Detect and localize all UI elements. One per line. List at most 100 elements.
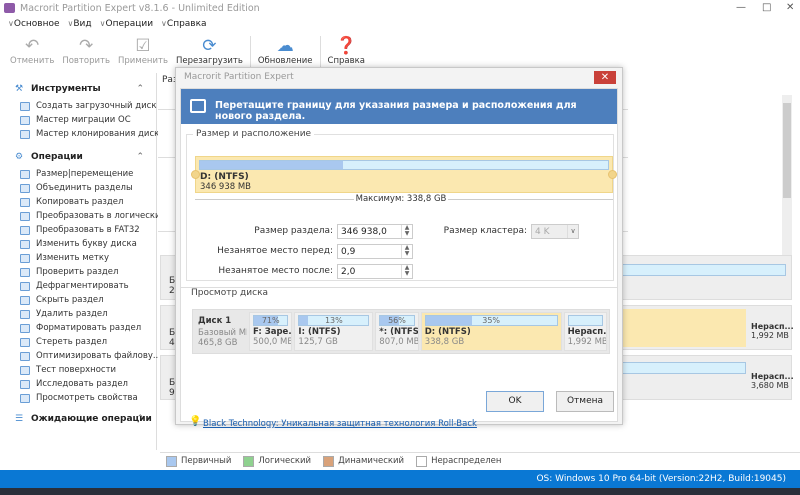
ok-button[interactable]: OK bbox=[486, 391, 544, 412]
sidebar-item-label: Удалить раздел bbox=[36, 309, 108, 319]
usage-bar bbox=[567, 315, 603, 326]
operation-item[interactable]: Размер|перемещение bbox=[5, 167, 156, 181]
operation-item[interactable]: Тест поверхности bbox=[5, 363, 156, 377]
sidebar-item-label: Преобразовать в логический bbox=[36, 211, 167, 221]
collapse-icon[interactable]: ⌃ bbox=[136, 84, 144, 94]
operations-icon: ⚙ bbox=[15, 152, 24, 162]
operation-item-icon bbox=[20, 183, 30, 193]
spinner-icon: ▲ ▼ bbox=[401, 265, 412, 278]
cluster-size-select[interactable]: 4 K ∨ bbox=[531, 224, 579, 239]
toolbar-divider bbox=[249, 36, 251, 70]
apply-check-icon: ☑ bbox=[135, 36, 151, 56]
partition-resize-bar[interactable]: D: (NTFS) 346 938 MB bbox=[191, 156, 617, 193]
sidebar-item-label: Изменить метку bbox=[36, 253, 110, 263]
left-resize-handle[interactable] bbox=[191, 170, 200, 179]
operation-item[interactable]: Просмотреть свойства bbox=[5, 391, 156, 405]
operation-item[interactable]: Форматировать раздел bbox=[5, 321, 156, 335]
operation-item[interactable]: Оптимизировать файлову... bbox=[5, 349, 161, 363]
sidebar-item-label: Объединить разделы bbox=[36, 183, 133, 193]
collapse-icon[interactable]: ⌃ bbox=[136, 152, 144, 162]
cancel-button[interactable]: Отмена bbox=[556, 391, 614, 412]
chevron-down-icon: ∨ bbox=[567, 225, 578, 238]
undo-button[interactable]: ↶ Отменить bbox=[6, 34, 58, 72]
free-before-input[interactable]: 0,9 ▲ ▼ bbox=[337, 244, 413, 259]
legend-unallocated: Нераспределен bbox=[416, 455, 501, 467]
operation-item[interactable]: Изменить букву диска bbox=[5, 237, 156, 251]
operations-section-header[interactable]: ⚙ Операции ⌃ bbox=[5, 147, 156, 167]
menu-bar: Основное Вид Операции Справка bbox=[0, 17, 800, 34]
dialog-close-button[interactable]: ✕ bbox=[594, 71, 616, 84]
sidebar-item-label: Оптимизировать файлову... bbox=[36, 351, 161, 361]
menu-help[interactable]: Справка bbox=[161, 19, 207, 32]
disk-partition[interactable]: 13% I: (NTFS) 125,7 GB bbox=[294, 312, 374, 351]
partition-size-input[interactable]: 346 938,0 ▲ ▼ bbox=[337, 224, 413, 239]
minimize-icon[interactable]: — bbox=[736, 2, 746, 13]
operation-item-icon bbox=[20, 323, 30, 333]
operation-item-icon bbox=[20, 309, 30, 319]
right-resize-handle[interactable] bbox=[608, 170, 617, 179]
pending-section-header[interactable]: ☰ Ожидающие операции ⌃ bbox=[5, 409, 156, 429]
maximize-icon[interactable]: □ bbox=[762, 2, 771, 13]
operation-item-icon bbox=[20, 211, 30, 221]
menu-operations[interactable]: Операции bbox=[100, 19, 153, 32]
operation-item[interactable]: Дефрагментировать bbox=[5, 279, 156, 293]
refresh-icon: ⟳ bbox=[202, 36, 217, 56]
operation-item-icon bbox=[20, 295, 30, 305]
sidebar-item-label: Форматировать раздел bbox=[36, 323, 142, 333]
disk-partition[interactable]: Нерасп...1,992 MB bbox=[563, 312, 607, 351]
operation-item[interactable]: Изменить метку bbox=[5, 251, 156, 265]
tool-item[interactable]: Создать загрузочный диск bbox=[5, 99, 156, 113]
menu-main[interactable]: Основное bbox=[8, 19, 60, 32]
operation-item-icon bbox=[20, 239, 30, 249]
app-logo-icon bbox=[4, 3, 15, 13]
tool-item[interactable]: Мастер миграции ОС bbox=[5, 113, 156, 127]
free-after-input[interactable]: 2,0 ▲ ▼ bbox=[337, 264, 413, 279]
tools-icon: ⚒ bbox=[15, 84, 24, 94]
sidebar-item-label: Стереть раздел bbox=[36, 337, 108, 347]
operation-item[interactable]: Объединить разделы bbox=[5, 181, 156, 195]
disk-partition[interactable]: 71%F: Заре...500,0 MB bbox=[249, 312, 293, 351]
operation-item[interactable]: Стереть раздел bbox=[5, 335, 156, 349]
operation-item-icon bbox=[20, 351, 30, 361]
disk-drive-icon bbox=[190, 99, 206, 113]
disk-view-group: Просмотр диска Диск 1Базовый MBR465,8 GB… bbox=[186, 288, 614, 372]
used-space-fill bbox=[200, 161, 343, 169]
sidebar-item-label: Мастер миграции ОС bbox=[36, 115, 131, 125]
operation-item[interactable]: Исследовать раздел bbox=[5, 377, 156, 391]
size-location-group: Размер и расположение D: (NTFS) 346 938 … bbox=[186, 129, 617, 281]
disk-partition[interactable]: 35% D: (NTFS) 338,8 GB bbox=[420, 312, 562, 351]
operation-item-icon bbox=[20, 267, 30, 277]
sidebar-item-label: Дефрагментировать bbox=[36, 281, 129, 291]
operation-item[interactable]: Проверить раздел bbox=[5, 265, 156, 279]
apply-button[interactable]: ☑ Применить bbox=[114, 34, 172, 72]
partition-size: 346 938 MB bbox=[200, 182, 252, 192]
resize-dialog: Macrorit Partition Expert ✕ Перетащите г… bbox=[175, 67, 623, 429]
operation-item[interactable]: Преобразовать в логический bbox=[5, 209, 166, 223]
partition-name: D: (NTFS) bbox=[200, 172, 249, 182]
operation-item-icon bbox=[20, 379, 30, 389]
operation-item[interactable]: Копировать раздел bbox=[5, 195, 156, 209]
sidebar-item-label: Мастер клонирования диска bbox=[36, 129, 165, 139]
usage-bar: 35% bbox=[424, 315, 558, 326]
scrollbar[interactable] bbox=[782, 95, 792, 255]
operation-item[interactable]: Скрыть раздел bbox=[5, 293, 156, 307]
legend-dynamic: Динамический bbox=[323, 455, 404, 467]
operation-item[interactable]: Преобразовать в FAT32 bbox=[5, 223, 156, 237]
menu-view[interactable]: Вид bbox=[68, 19, 91, 32]
sidebar-item-label: Тест поверхности bbox=[36, 365, 117, 375]
collapse-icon[interactable]: ⌃ bbox=[136, 414, 144, 424]
operation-item-icon bbox=[20, 393, 30, 403]
operation-item-icon bbox=[20, 225, 30, 235]
disk-partition[interactable]: 56% *: (NTFS) 807,0 MB bbox=[375, 312, 419, 351]
close-icon[interactable]: ✕ bbox=[786, 2, 794, 13]
sidebar-item-label: Скрыть раздел bbox=[36, 295, 104, 305]
legend-logical: Логический bbox=[243, 455, 311, 467]
operation-item[interactable]: Удалить раздел bbox=[5, 307, 156, 321]
usage-bar: 71% bbox=[253, 315, 289, 326]
rollback-link[interactable]: Black Technology: Уникальная защитная те… bbox=[203, 419, 477, 429]
redo-button[interactable]: ↷ Повторить bbox=[58, 34, 114, 72]
sidebar-item-label: Исследовать раздел bbox=[36, 379, 128, 389]
tool-item[interactable]: Мастер клонирования диска bbox=[5, 127, 164, 141]
tools-section-header[interactable]: ⚒ Инструменты ⌃ bbox=[5, 79, 156, 99]
operation-item-icon bbox=[20, 253, 30, 263]
